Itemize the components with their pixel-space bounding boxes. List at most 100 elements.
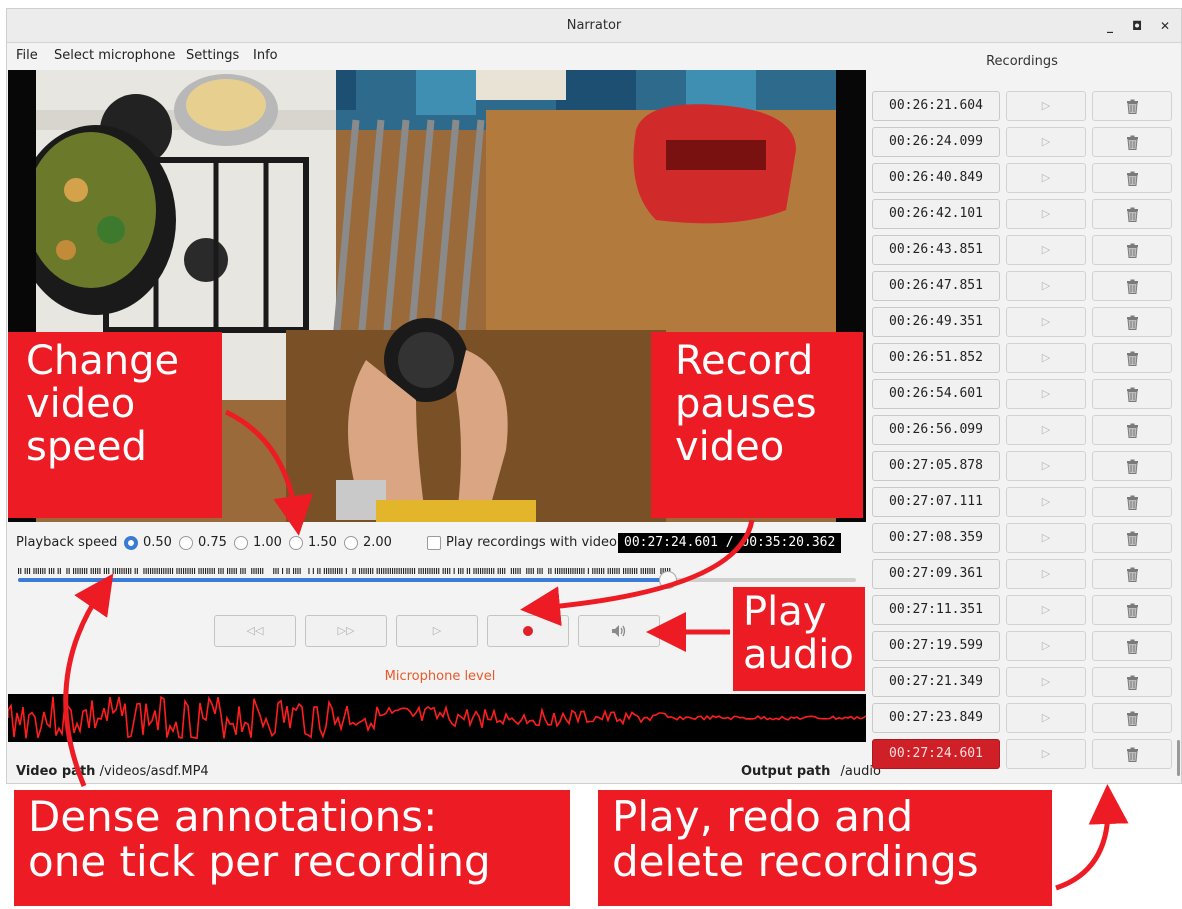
recording-redo-button[interactable]: 00:26:40.849: [872, 163, 1000, 193]
recording-redo-button[interactable]: 00:27:05.878: [872, 451, 1000, 481]
speed-radio-100[interactable]: [234, 536, 248, 550]
recording-play-button[interactable]: ▷: [1006, 631, 1086, 661]
recording-delete-button[interactable]: [1092, 559, 1172, 589]
recording-play-button[interactable]: ▷: [1006, 667, 1086, 697]
maximize-button[interactable]: ◘: [1124, 9, 1150, 43]
speed-radio-075[interactable]: [179, 536, 193, 550]
recording-delete-button[interactable]: [1092, 703, 1172, 733]
recording-delete-button[interactable]: [1092, 595, 1172, 625]
recording-play-button[interactable]: ▷: [1006, 91, 1086, 121]
recording-redo-button[interactable]: 00:27:19.599: [872, 631, 1000, 661]
recording-redo-button[interactable]: 00:27:08.359: [872, 523, 1000, 553]
play-audio-button[interactable]: [578, 615, 660, 647]
recording-delete-button[interactable]: [1092, 415, 1172, 445]
recording-delete-button[interactable]: [1092, 307, 1172, 337]
recording-redo-button[interactable]: 00:27:24.601: [872, 739, 1000, 769]
fast-forward-button[interactable]: ▷▷: [305, 615, 387, 647]
recording-play-button[interactable]: ▷: [1006, 703, 1086, 733]
menu-info[interactable]: Info: [253, 48, 278, 63]
speed-radio-150[interactable]: [289, 536, 303, 550]
recording-redo-button[interactable]: 00:26:51.852: [872, 343, 1000, 373]
recording-redo-button[interactable]: 00:26:21.604: [872, 91, 1000, 121]
play-button[interactable]: ▷: [396, 615, 478, 647]
recording-row: 00:26:40.849 ▷: [870, 162, 1176, 194]
minimize-button[interactable]: _: [1097, 9, 1123, 43]
record-button[interactable]: [487, 615, 569, 647]
recording-play-button[interactable]: ▷: [1006, 415, 1086, 445]
recording-delete-button[interactable]: [1092, 631, 1172, 661]
recording-redo-button[interactable]: 00:26:42.101: [872, 199, 1000, 229]
recording-redo-button[interactable]: 00:26:54.601: [872, 379, 1000, 409]
recording-tick: [365, 568, 367, 574]
recording-play-button[interactable]: ▷: [1006, 559, 1086, 589]
recording-tick: [235, 568, 237, 574]
recording-play-button[interactable]: ▷: [1006, 523, 1086, 553]
recording-tick: [277, 568, 279, 574]
recording-tick: [559, 568, 561, 574]
recordings-scrollbar[interactable]: [1177, 740, 1180, 776]
recording-delete-button[interactable]: [1092, 487, 1172, 517]
recording-play-button[interactable]: ▷: [1006, 271, 1086, 301]
recording-row: 00:27:07.111 ▷: [870, 486, 1176, 518]
recording-play-button[interactable]: ▷: [1006, 199, 1086, 229]
recording-play-button[interactable]: ▷: [1006, 163, 1086, 193]
rewind-button[interactable]: ◁◁: [214, 615, 296, 647]
recording-play-button[interactable]: ▷: [1006, 739, 1086, 769]
menu-file[interactable]: File: [16, 48, 38, 63]
recording-delete-button[interactable]: [1092, 199, 1172, 229]
recording-delete-button[interactable]: [1092, 379, 1172, 409]
recording-redo-button[interactable]: 00:26:49.351: [872, 307, 1000, 337]
recording-play-button[interactable]: ▷: [1006, 235, 1086, 265]
trash-icon: [1126, 351, 1138, 366]
recording-delete-button[interactable]: [1092, 451, 1172, 481]
recording-delete-button[interactable]: [1092, 91, 1172, 121]
play-with-video-checkbox[interactable]: [427, 536, 441, 550]
recording-tick: [458, 568, 460, 574]
recording-play-button[interactable]: ▷: [1006, 379, 1086, 409]
play-icon: ▷: [1041, 99, 1051, 112]
recording-tick: [253, 568, 255, 574]
recording-play-button[interactable]: ▷: [1006, 127, 1086, 157]
recording-play-button[interactable]: ▷: [1006, 307, 1086, 337]
recording-row: 00:27:24.601 ▷: [870, 738, 1176, 770]
speed-radio-050[interactable]: [124, 536, 138, 550]
recording-play-button[interactable]: ▷: [1006, 451, 1086, 481]
annotation-manage-recordings: Play, redo and delete recordings: [598, 790, 1052, 906]
recording-delete-button[interactable]: [1092, 523, 1172, 553]
menu-select-microphone[interactable]: Select microphone: [54, 48, 175, 63]
recording-redo-button[interactable]: 00:27:07.111: [872, 487, 1000, 517]
close-button[interactable]: ✕: [1152, 9, 1178, 43]
recording-row: 00:26:56.099 ▷: [870, 414, 1176, 446]
recording-redo-button[interactable]: 00:27:09.361: [872, 559, 1000, 589]
recording-tick: [154, 568, 156, 574]
recording-delete-button[interactable]: [1092, 739, 1172, 769]
menu-settings[interactable]: Settings: [186, 48, 239, 63]
recording-redo-button[interactable]: 00:27:11.351: [872, 595, 1000, 625]
recording-tick: [376, 568, 378, 574]
video-path-value[interactable]: /videos/asdf.MP4: [100, 764, 209, 779]
recording-tick: [114, 568, 116, 574]
recording-redo-button[interactable]: 00:26:56.099: [872, 415, 1000, 445]
recording-tick: [499, 568, 501, 574]
recording-delete-button[interactable]: [1092, 271, 1172, 301]
seek-bar[interactable]: [18, 571, 856, 589]
recording-play-button[interactable]: ▷: [1006, 487, 1086, 517]
recording-delete-button[interactable]: [1092, 343, 1172, 373]
trash-icon: [1126, 243, 1138, 258]
recording-redo-button[interactable]: 00:26:47.851: [872, 271, 1000, 301]
recording-redo-button[interactable]: 00:27:23.849: [872, 703, 1000, 733]
recording-play-button[interactable]: ▷: [1006, 595, 1086, 625]
recordings-title: Recordings: [986, 54, 1058, 69]
speed-radio-200[interactable]: [344, 536, 358, 550]
recording-redo-button[interactable]: 00:27:21.349: [872, 667, 1000, 697]
recording-redo-button[interactable]: 00:26:43.851: [872, 235, 1000, 265]
recording-delete-button[interactable]: [1092, 127, 1172, 157]
recording-delete-button[interactable]: [1092, 235, 1172, 265]
recording-redo-button[interactable]: 00:26:24.099: [872, 127, 1000, 157]
recording-play-button[interactable]: ▷: [1006, 343, 1086, 373]
recording-tick: [286, 568, 288, 574]
recording-tick: [565, 568, 567, 574]
recording-delete-button[interactable]: [1092, 163, 1172, 193]
recording-delete-button[interactable]: [1092, 667, 1172, 697]
recording-tick: [367, 568, 369, 574]
